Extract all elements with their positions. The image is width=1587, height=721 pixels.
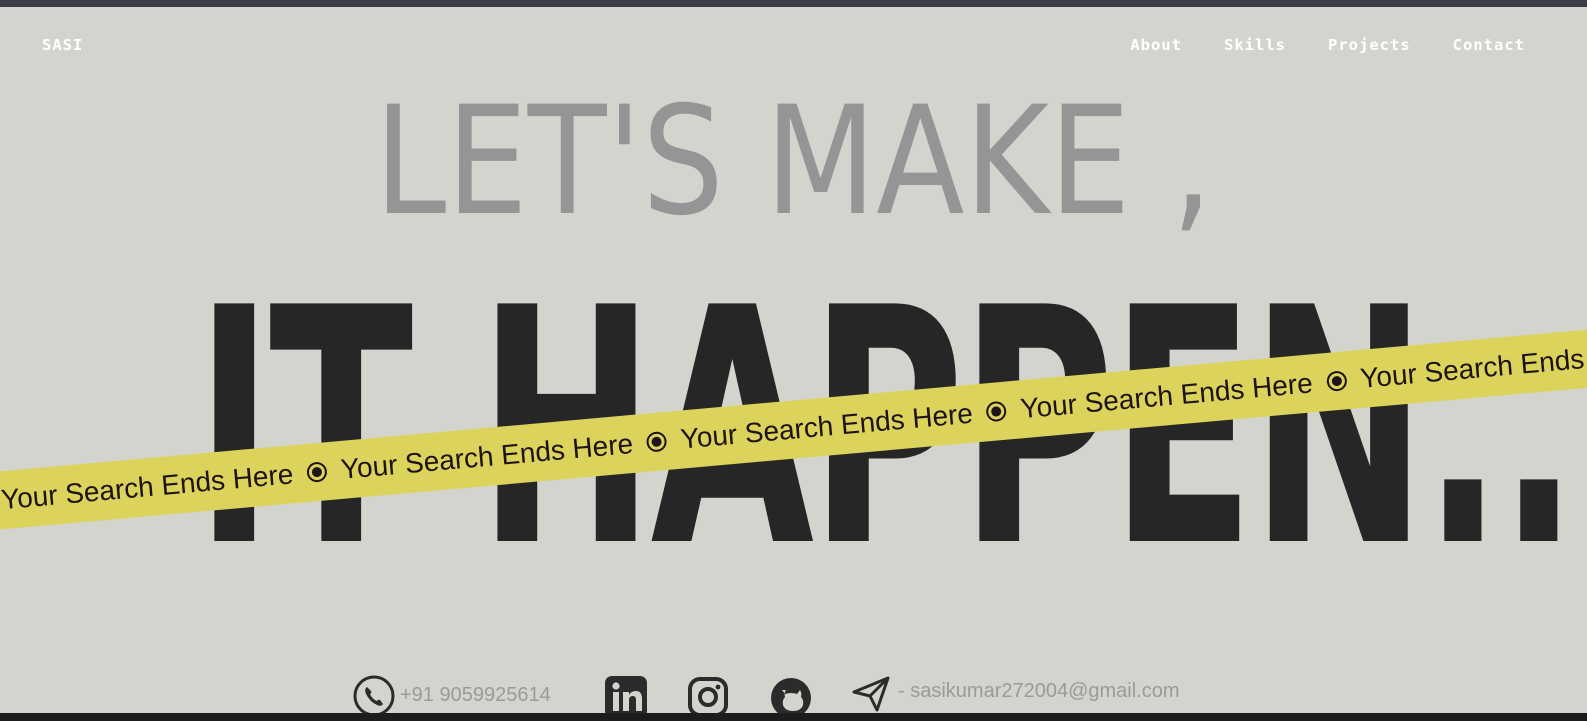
linkedin-link[interactable] [605, 672, 647, 718]
nav-link-skills[interactable]: Skills [1224, 36, 1286, 54]
email-address: - sasikumar272004@gmail.com [898, 680, 1180, 702]
target-dot-icon [646, 430, 668, 453]
bottom-bar [0, 713, 1587, 721]
hero-headline-top: LET'S MAKE , [374, 75, 1213, 249]
target-dot-icon [985, 400, 1008, 423]
phone-icon [353, 675, 395, 717]
phone-number: +91 9059925614 [400, 684, 551, 706]
navbar: SASI About Skills Projects Contact [0, 34, 1587, 58]
nav-links: About Skills Projects Contact [1130, 36, 1525, 54]
instagram-icon [688, 677, 728, 717]
top-bar [0, 0, 1587, 7]
phone-link[interactable]: +91 9059925614 [352, 672, 568, 717]
send-icon [852, 676, 890, 712]
linkedin-icon [605, 676, 647, 718]
github-link[interactable] [769, 672, 813, 718]
email-link[interactable]: - sasikumar272004@gmail.com [851, 672, 1211, 716]
instagram-link[interactable] [687, 672, 729, 717]
page: SASI About Skills Projects Contact LET'S… [0, 0, 1587, 721]
contact-row: +91 9059925614 - sasikumar272004@gmail.c… [352, 672, 1252, 718]
target-dot-icon [1325, 370, 1348, 392]
target-dot-icon [306, 461, 328, 483]
brand-logo[interactable]: SASI [42, 36, 83, 54]
nav-link-about[interactable]: About [1130, 36, 1182, 54]
nav-link-contact[interactable]: Contact [1453, 36, 1525, 54]
nav-link-projects[interactable]: Projects [1328, 36, 1411, 54]
